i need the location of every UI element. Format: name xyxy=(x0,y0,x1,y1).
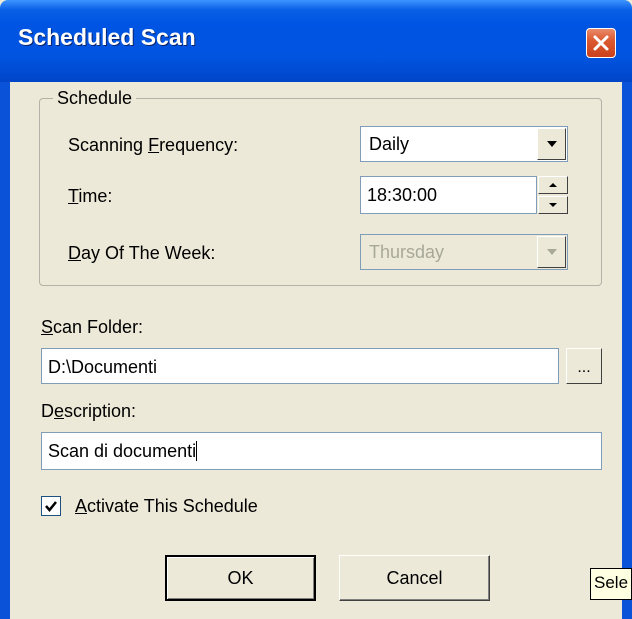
title-bar[interactable]: Scheduled Scan xyxy=(0,0,632,82)
time-label: Time: xyxy=(68,186,112,207)
day-label-accel: D xyxy=(68,243,81,263)
chevron-down-icon xyxy=(546,249,557,255)
ok-button-label: OK xyxy=(227,567,254,588)
close-button[interactable] xyxy=(586,28,616,58)
time-input[interactable]: 18:30:00 xyxy=(360,176,537,214)
time-spin-down[interactable] xyxy=(538,196,568,214)
scan-folder-label-accel: S xyxy=(41,317,54,337)
frequency-label-accel: F xyxy=(148,135,160,155)
description-label-prefix: D xyxy=(41,401,54,421)
frequency-value: Daily xyxy=(369,134,410,154)
tooltip-text: Sele xyxy=(594,573,629,592)
tooltip: Sele xyxy=(590,568,632,600)
window-title: Scheduled Scan xyxy=(18,24,196,50)
text-caret xyxy=(196,441,198,461)
day-value: Thursday xyxy=(369,242,445,262)
activate-label-suffix: ctivate This Schedule xyxy=(87,496,258,516)
scan-folder-value: D:\Documenti xyxy=(48,357,158,377)
day-select[interactable]: Thursday xyxy=(360,234,568,270)
activate-label[interactable]: Activate This Schedule xyxy=(75,496,258,517)
activate-label-accel: A xyxy=(75,496,88,516)
description-text: Scan di documenti xyxy=(48,441,198,462)
day-dropdown-button[interactable] xyxy=(537,236,566,268)
schedule-legend: Schedule xyxy=(53,88,137,109)
chevron-up-icon xyxy=(549,183,557,187)
cancel-button[interactable]: Cancel xyxy=(339,555,490,601)
browse-button-label: ... xyxy=(577,359,591,376)
description-label-accel: e xyxy=(54,401,65,421)
description-input[interactable]: Scan di documenti xyxy=(41,432,602,470)
frequency-select[interactable]: Daily xyxy=(360,126,568,162)
time-spin-up[interactable] xyxy=(538,176,568,194)
frequency-label: Scanning Frequency: xyxy=(68,135,238,156)
time-label-suffix: ime: xyxy=(78,186,113,206)
chevron-down-icon xyxy=(546,141,557,147)
close-icon xyxy=(593,35,609,51)
scan-folder-input[interactable]: D:\Documenti xyxy=(41,348,559,384)
description-label-suffix: scription: xyxy=(64,401,137,421)
scan-folder-label: Scan Folder: xyxy=(41,317,143,338)
day-label: Day Of The Week: xyxy=(68,243,215,264)
time-label-accel: T xyxy=(68,186,79,206)
ok-button[interactable]: OK xyxy=(165,555,316,601)
frequency-label-suffix: requency: xyxy=(159,135,239,155)
time-value: 18:30:00 xyxy=(367,185,438,205)
activate-checkbox[interactable] xyxy=(41,496,61,516)
chevron-down-icon xyxy=(549,203,557,207)
window-frame-left xyxy=(0,82,10,619)
check-icon xyxy=(45,501,57,512)
frequency-dropdown-button[interactable] xyxy=(537,128,566,160)
description-label: Description: xyxy=(41,401,136,422)
window-frame-right xyxy=(622,82,632,619)
scan-folder-label-suffix: can Folder: xyxy=(53,317,144,337)
frequency-label-prefix: Scanning xyxy=(68,135,149,155)
browse-button[interactable]: ... xyxy=(566,348,602,384)
description-value: Scan di documenti xyxy=(48,441,197,461)
cancel-button-label: Cancel xyxy=(386,567,443,588)
day-label-suffix: ay Of The Week: xyxy=(81,243,216,263)
